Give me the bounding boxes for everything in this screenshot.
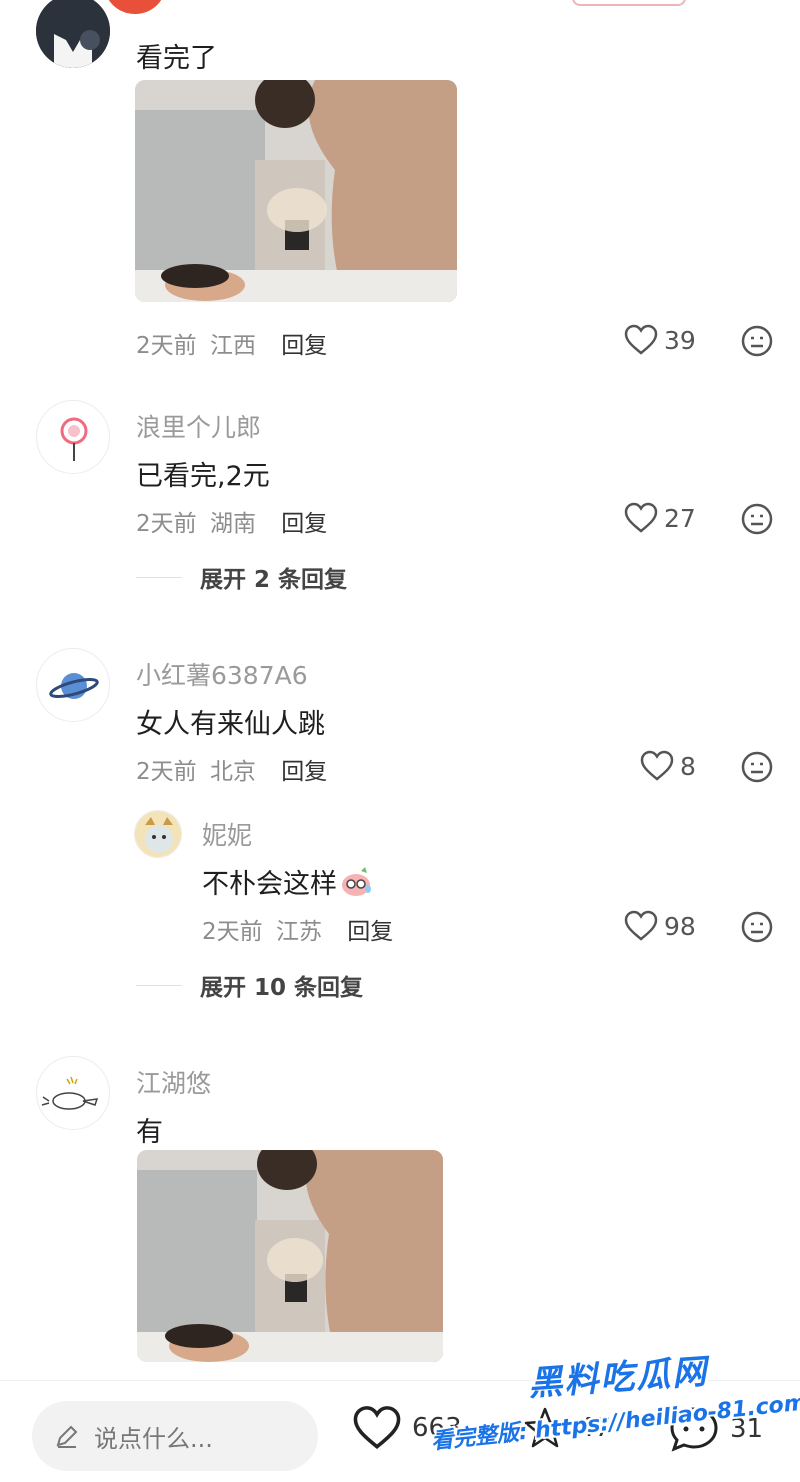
comment-button[interactable]: 31: [668, 1405, 763, 1453]
top-avatar-partial[interactable]: [104, 0, 166, 14]
comment-input[interactable]: 说点什么...: [32, 1401, 318, 1471]
bottom-action-bar: 说点什么... 663 47 31: [0, 1380, 800, 1482]
comment-input-placeholder: 说点什么...: [94, 1424, 213, 1453]
reply-date: 2天前: [202, 919, 263, 945]
comment-image[interactable]: [137, 1150, 443, 1362]
cat-avatar-icon: [135, 811, 181, 857]
reply-location: 江苏: [275, 919, 322, 945]
heart-icon: [353, 1406, 401, 1449]
divider-line: [136, 576, 182, 578]
like-post-count: 663: [412, 1413, 462, 1443]
like-button[interactable]: 39: [624, 324, 696, 356]
follow-button-partial[interactable]: [572, 0, 686, 6]
avatar[interactable]: [36, 0, 110, 68]
username[interactable]: 小红薯6387A6: [136, 656, 308, 692]
expand-replies-button[interactable]: 展开 2 条回复: [136, 560, 347, 594]
reply-button[interactable]: 回复: [281, 759, 327, 785]
pencil-icon: [56, 1425, 78, 1448]
heart-icon: [640, 750, 674, 781]
reply-button[interactable]: 回复: [347, 919, 393, 945]
divider-line: [136, 984, 182, 986]
comment-location: 湖南: [209, 511, 256, 537]
comment-count: 31: [730, 1414, 764, 1444]
like-post-button[interactable]: 663: [352, 1405, 462, 1451]
star-icon: [524, 1407, 566, 1448]
reply-avatar[interactable]: [134, 810, 182, 858]
avatar[interactable]: [36, 1056, 110, 1130]
comment-date: 2天前: [136, 511, 197, 537]
expand-replies-button[interactable]: 展开 10 条回复: [136, 968, 363, 1002]
dislike-button[interactable]: [740, 502, 774, 536]
favorite-count: 47: [578, 1413, 612, 1443]
top-partial-header: [0, 0, 800, 16]
chat-bubble-icon: [670, 1407, 718, 1452]
comment-text: 看完了: [136, 43, 217, 74]
dislike-button[interactable]: [740, 750, 774, 784]
heart-icon: [624, 910, 658, 941]
neutral-face-icon: [741, 503, 773, 535]
emoji-sticker-icon: [342, 866, 371, 896]
neutral-face-icon: [741, 325, 773, 357]
comment-image[interactable]: [135, 80, 457, 302]
expand-replies-label: 展开 10 条回复: [200, 975, 364, 1001]
lollipop-icon: [60, 417, 88, 461]
comment-meta: 2天前 湖南 回复: [136, 504, 327, 538]
doodle-avatar-icon: [41, 1076, 99, 1110]
comment-date: 2天前: [136, 759, 197, 785]
reply-text-content: 不朴会这样: [202, 869, 337, 900]
comment-text: 有: [136, 1117, 163, 1148]
comment-text: 已看完,2元: [136, 461, 270, 492]
planet-icon: [49, 673, 99, 699]
avatar[interactable]: [36, 648, 110, 722]
reply-dislike-button[interactable]: [740, 910, 774, 944]
heart-icon: [624, 324, 658, 355]
reply-like-button[interactable]: 98: [624, 910, 696, 942]
photo-image-icon: [135, 80, 457, 302]
username[interactable]: 江湖悠: [136, 1064, 211, 1100]
like-button[interactable]: 27: [624, 502, 696, 534]
like-count: 39: [664, 325, 696, 355]
reply-text: 不朴会这样: [202, 862, 373, 901]
comment-meta: 2天前 北京 回复: [136, 752, 327, 786]
photo-image-icon: [137, 1150, 443, 1362]
neutral-face-icon: [741, 751, 773, 783]
dislike-button[interactable]: [740, 324, 774, 358]
like-count: 27: [664, 503, 696, 533]
reply-button[interactable]: 回复: [281, 511, 327, 537]
heart-icon: [624, 502, 658, 533]
comment-location: 江西: [209, 333, 256, 359]
avatar[interactable]: [36, 400, 110, 474]
like-button[interactable]: 8: [640, 750, 696, 782]
reply-button[interactable]: 回复: [281, 333, 327, 359]
comment-meta: 2天前 江西 回复: [136, 326, 327, 360]
username[interactable]: 浪里个儿郎: [136, 408, 261, 444]
avatar-image-icon: [36, 0, 110, 68]
like-count: 8: [680, 751, 696, 781]
neutral-face-icon: [741, 911, 773, 943]
like-count: 98: [664, 911, 696, 941]
favorite-button[interactable]: 47: [522, 1405, 611, 1451]
comment-text: 女人有来仙人跳: [136, 709, 325, 740]
comment-date: 2天前: [136, 333, 197, 359]
reply-username[interactable]: 妮妮: [202, 816, 252, 852]
expand-replies-label: 展开 2 条回复: [200, 567, 348, 593]
comment-location: 北京: [209, 759, 256, 785]
reply-meta: 2天前 江苏 回复: [202, 912, 393, 946]
